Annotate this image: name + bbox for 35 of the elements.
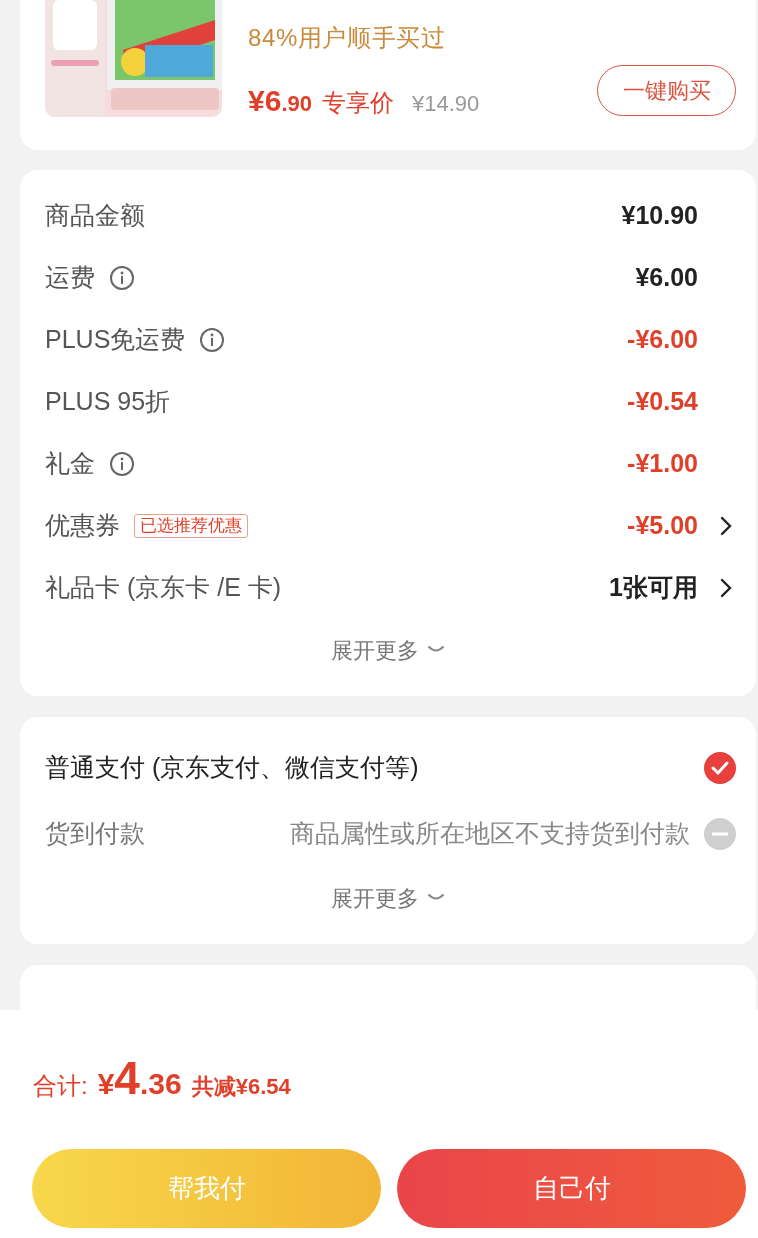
info-icon[interactable] — [199, 327, 226, 353]
info-icon[interactable] — [109, 451, 135, 477]
chevron-right-icon[interactable] — [720, 578, 732, 598]
row-label: 礼品卡 (京东卡 /E 卡) — [45, 572, 282, 604]
row-value: -¥0.54 — [627, 386, 698, 418]
payment-option: 货到付款 — [45, 815, 145, 853]
total-amount: ¥4.36 — [97, 1051, 182, 1106]
price: ¥6.90 — [248, 83, 312, 119]
row-label: 优惠券 — [45, 510, 120, 542]
chevron-right-icon[interactable] — [720, 516, 732, 536]
info-icon[interactable] — [109, 265, 135, 291]
row-value: -¥6.00 — [627, 324, 698, 356]
savings-amount: 共减¥6.54 — [191, 1073, 291, 1101]
row-value: ¥10.90 — [621, 200, 698, 232]
expand-more-link[interactable]: 展开更多 — [331, 633, 419, 667]
payment-note: 商品属性或所在地区不支持货到付款 — [290, 818, 690, 850]
row-label: PLUS 95折 — [45, 386, 171, 418]
buy-button[interactable]: 一键购买 — [597, 65, 736, 116]
row-value: ¥6.00 — [635, 262, 698, 294]
original-price: ¥14.90 — [411, 90, 480, 118]
row-value: -¥1.00 — [627, 448, 698, 480]
row-value[interactable]: -¥5.00 — [627, 507, 698, 545]
row-label: 礼金 — [45, 448, 95, 480]
row-label: 商品金额 — [45, 200, 145, 232]
price-label: 专享价 — [321, 88, 394, 118]
recommended-tag: 已选推荐优惠 — [134, 514, 248, 538]
row-label: PLUS免运费 — [45, 324, 186, 356]
subtitle: 84%用户顺手买过 — [248, 23, 447, 53]
pay-myself-button[interactable]: 自己付 — [397, 1149, 746, 1228]
row-value[interactable]: 1张可用 — [609, 569, 698, 607]
total-label: 合计: — [33, 1071, 88, 1101]
expand-more-link[interactable]: 展开更多 — [331, 881, 419, 915]
payment-option[interactable]: 普通支付 (京东支付、微信支付等) — [45, 749, 419, 787]
checked-radio-icon[interactable] — [704, 752, 736, 784]
row-label: 运费 — [45, 262, 95, 294]
